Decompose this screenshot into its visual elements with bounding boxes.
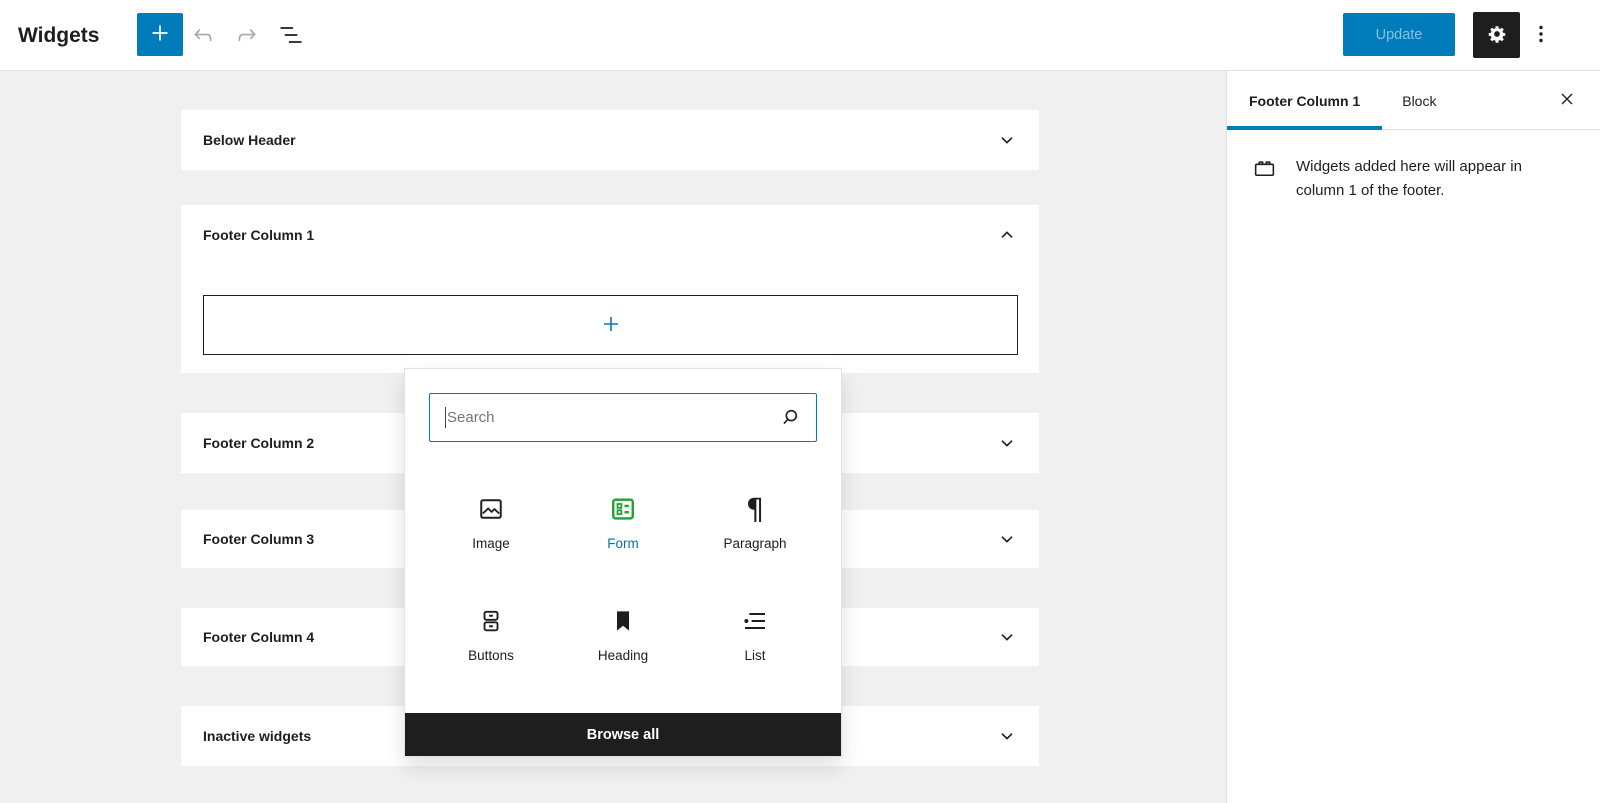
close-sidebar-button[interactable] — [1546, 71, 1588, 130]
block-appender-button[interactable] — [203, 295, 1018, 355]
browse-all-button[interactable]: Browse all — [405, 713, 841, 756]
widget-area-title: Inactive widgets — [203, 728, 312, 744]
heading-bookmark-icon — [608, 605, 638, 637]
search-box — [429, 393, 817, 442]
chevron-down-icon[interactable] — [995, 724, 1019, 748]
block-item-buttons[interactable]: Buttons — [425, 578, 557, 690]
list-view-button[interactable] — [276, 21, 306, 51]
chevron-down-icon[interactable] — [995, 431, 1019, 455]
tab-footer-column-1[interactable]: Footer Column 1 — [1227, 71, 1382, 130]
redo-button[interactable] — [232, 21, 262, 51]
widget-area-title: Footer Column 3 — [203, 531, 315, 547]
form-icon — [608, 493, 638, 525]
widget-area-description: Widgets added here will appear in column… — [1296, 158, 1522, 200]
update-button[interactable]: Update — [1343, 13, 1455, 56]
widget-area-icon — [1252, 155, 1277, 204]
widget-area-title: Footer Column 4 — [203, 629, 315, 645]
options-menu-button[interactable] — [1527, 14, 1555, 57]
widget-area-title: Footer Column 2 — [203, 435, 315, 451]
widget-area-description-panel: Widgets added here will appear in column… — [1227, 130, 1600, 204]
block-inserter-popover: Image Form ¶ Paragraph Buttons — [404, 368, 842, 757]
block-item-list[interactable]: List — [689, 578, 821, 690]
widget-area-title: Below Header — [203, 132, 296, 148]
buttons-icon — [476, 605, 506, 637]
sidebar-tabs: Footer Column 1 Block — [1227, 71, 1600, 130]
widgets-editor: Widgets Update Below Header Footer Colum… — [0, 0, 1600, 803]
block-item-heading[interactable]: Heading — [557, 578, 689, 690]
plus-icon — [148, 21, 172, 48]
widget-area-footer-column-1: Footer Column 1 — [181, 205, 1039, 373]
search-icon — [777, 405, 803, 436]
undo-icon — [190, 22, 216, 51]
chevron-down-icon[interactable] — [995, 625, 1019, 649]
block-item-form[interactable]: Form — [557, 466, 689, 578]
settings-button[interactable] — [1473, 12, 1520, 58]
redo-icon — [234, 22, 260, 51]
block-results-grid: Image Form ¶ Paragraph Buttons Heading L… — [425, 466, 821, 690]
add-block-button[interactable] — [137, 13, 183, 56]
image-icon — [476, 493, 506, 525]
chevron-down-icon[interactable] — [995, 527, 1019, 551]
widget-area-title: Footer Column 1 — [203, 227, 315, 243]
text-cursor — [445, 407, 446, 428]
block-item-image[interactable]: Image — [425, 466, 557, 578]
paragraph-icon: ¶ — [745, 492, 765, 526]
widget-area-below-header: Below Header — [181, 110, 1039, 170]
settings-sidebar: Footer Column 1 Block Widgets added here… — [1226, 71, 1600, 803]
list-view-icon — [277, 21, 305, 52]
options-kebab-icon — [1529, 22, 1553, 49]
top-toolbar: Widgets Update — [0, 0, 1600, 71]
list-icon — [740, 605, 770, 637]
search-input[interactable] — [447, 394, 767, 441]
settings-gear-icon — [1486, 23, 1508, 48]
block-item-paragraph[interactable]: ¶ Paragraph — [689, 466, 821, 578]
chevron-down-icon[interactable] — [995, 128, 1019, 152]
close-icon — [1557, 89, 1577, 112]
chevron-up-icon[interactable] — [995, 223, 1019, 247]
undo-button[interactable] — [188, 21, 218, 51]
add-block-icon — [599, 312, 623, 339]
page-title: Widgets — [18, 24, 100, 47]
tab-block[interactable]: Block — [1388, 71, 1450, 130]
